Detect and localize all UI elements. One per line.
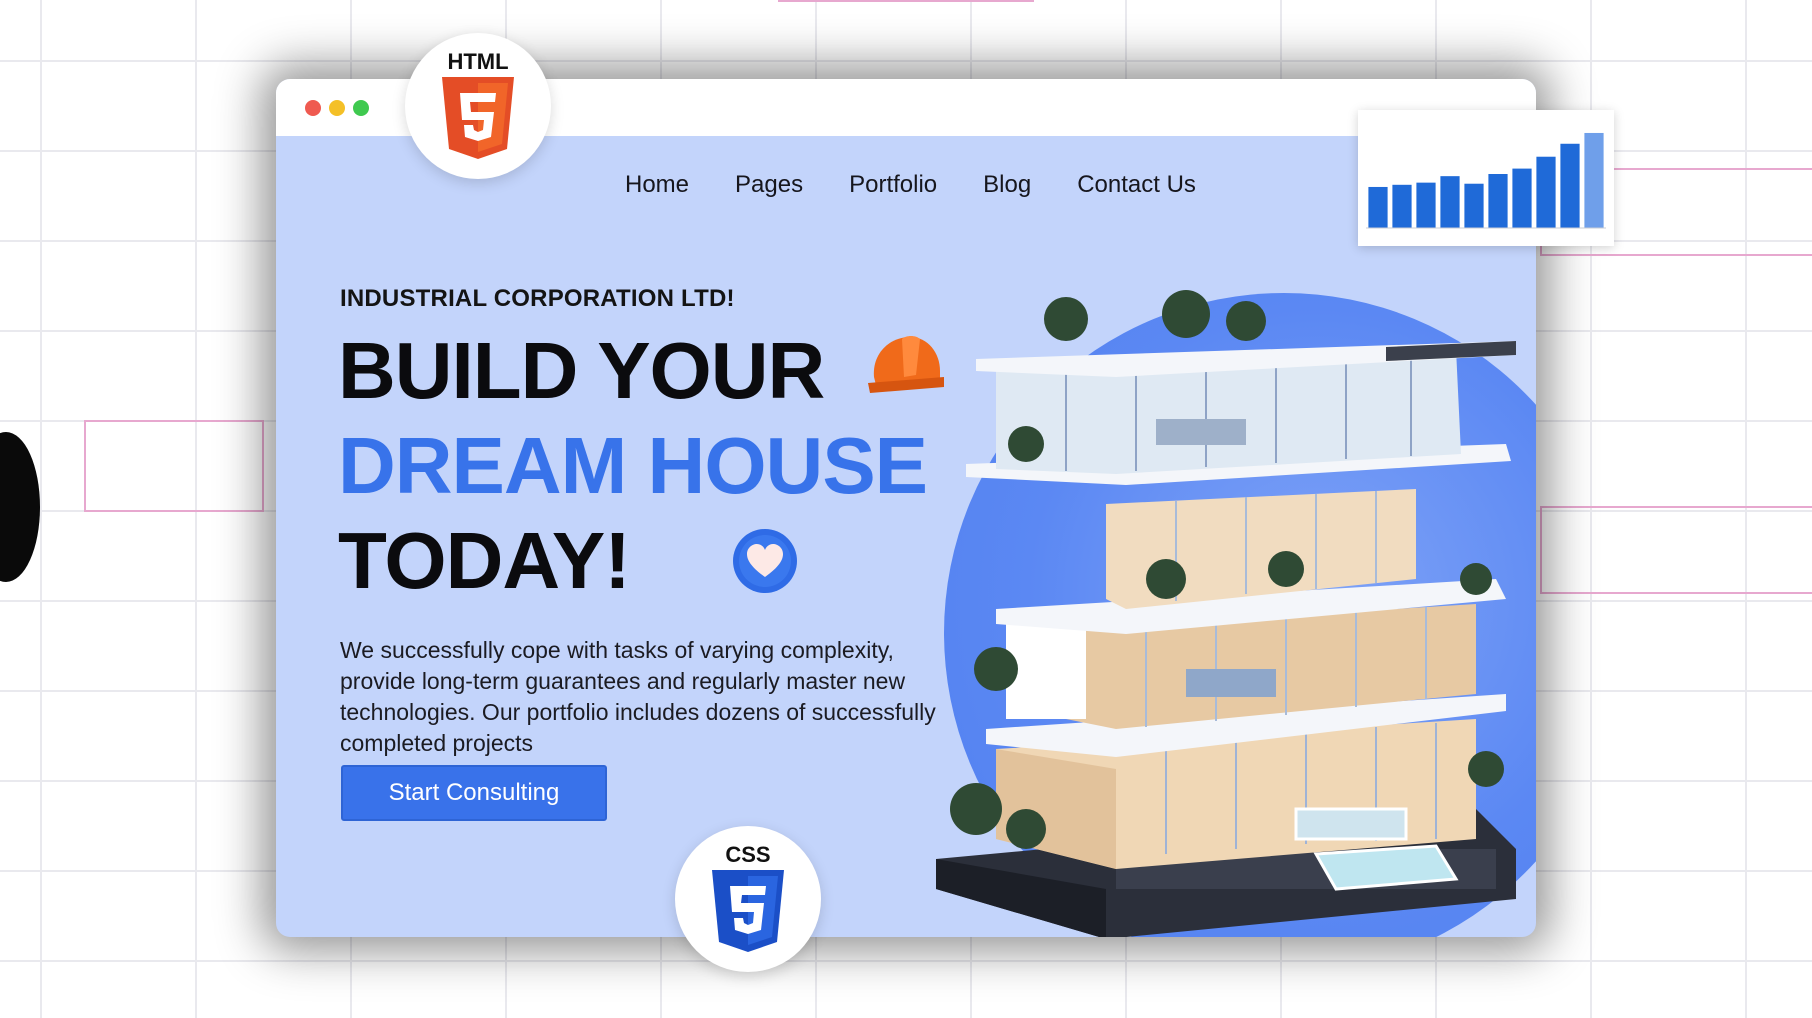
nav-item-portfolio[interactable]: Portfolio — [849, 171, 937, 199]
hero-headline-line-1: BUILD YOUR — [338, 326, 825, 415]
start-consulting-button[interactable]: Start Consulting — [341, 765, 607, 821]
mini-bar-chart — [1366, 132, 1606, 229]
mini-bar-chart-card — [1358, 110, 1614, 246]
chart-bar — [1464, 183, 1484, 228]
chart-bar — [1584, 132, 1604, 228]
hero-description: We successfully cope with tasks of varyi… — [340, 637, 936, 756]
chart-bar — [1440, 176, 1460, 228]
browser-window: Home Pages Portfolio Blog Contact Us IND… — [276, 79, 1536, 937]
chart-bar — [1560, 143, 1580, 228]
chart-bar — [1416, 182, 1436, 228]
css3-badge: CSS — [675, 826, 821, 972]
hard-hat-icon — [868, 336, 944, 393]
css-badge-label: CSS — [725, 842, 771, 867]
html-badge-label: HTML — [447, 49, 509, 74]
html5-icon — [442, 77, 514, 159]
heart-icon — [733, 529, 797, 593]
html5-badge: HTML — [405, 33, 551, 179]
hero-headline-line-2: DREAM HOUSE — [338, 421, 928, 510]
maximize-window-dot[interactable] — [353, 100, 369, 116]
hero-headline-line-3: TODAY! — [338, 516, 631, 605]
chart-bar — [1536, 156, 1556, 228]
decor-line — [84, 420, 264, 512]
hero-eyebrow: INDUSTRIAL CORPORATION LTD! — [340, 285, 735, 312]
close-window-dot[interactable] — [305, 100, 321, 116]
chart-bar — [1392, 184, 1412, 228]
css3-icon — [712, 870, 784, 952]
nav-item-blog[interactable]: Blog — [983, 171, 1031, 199]
nav-item-contact-us[interactable]: Contact Us — [1077, 171, 1196, 199]
decor-line — [778, 0, 1034, 6]
nav-item-pages[interactable]: Pages — [735, 171, 803, 199]
nav-item-home[interactable]: Home — [625, 171, 689, 199]
minimize-window-dot[interactable] — [329, 100, 345, 116]
decor-line — [1540, 506, 1812, 594]
chart-bar — [1368, 186, 1388, 228]
chart-bar — [1488, 174, 1508, 228]
house-illustration — [936, 290, 1516, 937]
main-nav: Home Pages Portfolio Blog Contact Us — [625, 171, 1196, 199]
chart-bar — [1512, 168, 1532, 228]
